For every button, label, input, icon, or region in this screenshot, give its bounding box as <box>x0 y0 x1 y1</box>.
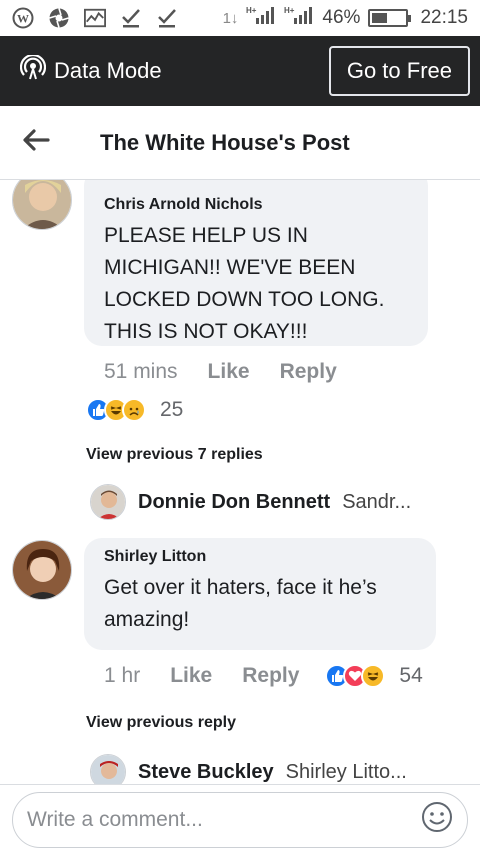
view-previous-replies-link[interactable]: View previous 7 replies <box>86 446 263 464</box>
avatar[interactable] <box>12 540 72 600</box>
comment-author[interactable]: Chris Arnold Nichols <box>104 196 410 214</box>
signal-icon: H+ <box>246 6 276 30</box>
data-mode-indicator[interactable]: Data Mode <box>19 53 162 87</box>
reply-button[interactable]: Reply <box>280 360 337 384</box>
data-mode-label: Data Mode <box>54 58 162 83</box>
like-button[interactable]: Like <box>208 360 250 384</box>
data-arrows-label: 1↓ <box>222 9 239 27</box>
comment-time[interactable]: 51 mins <box>104 360 178 384</box>
reply-preview[interactable]: Steve Buckley Shirley Litto... <box>90 754 460 784</box>
emoji-icon[interactable] <box>421 801 453 838</box>
activity-icon <box>84 7 106 29</box>
reply-preview-text: Sandr... <box>342 490 412 513</box>
view-previous-replies-link[interactable]: View previous reply <box>86 714 236 732</box>
reaction-summary[interactable]: 54 <box>325 664 423 688</box>
comment-author[interactable]: Shirley Litton <box>104 548 418 566</box>
post-header: The White House's Post <box>0 106 480 180</box>
svg-text:H+: H+ <box>284 6 295 15</box>
comment-input[interactable] <box>27 807 421 832</box>
check-icon <box>156 7 178 29</box>
comment-bubble[interactable]: Shirley Litton Get over it haters, face … <box>84 538 436 650</box>
reply-author[interactable]: Donnie Don Bennett <box>138 491 330 514</box>
wordpress-icon: W <box>12 7 34 29</box>
status-bar: W 1↓ H+ H+ 46% 22:15 <box>0 0 480 36</box>
reply-button[interactable]: Reply <box>242 664 299 688</box>
svg-text:H+: H+ <box>246 6 257 15</box>
reply-author[interactable]: Steve Buckley <box>138 761 274 784</box>
sad-reaction-icon <box>122 398 146 422</box>
comment-actions: 1 hr Like Reply 54 <box>104 664 444 688</box>
comment-text: Get over it haters, face it he’s amazing… <box>104 576 377 631</box>
avatar <box>90 484 126 520</box>
broadcast-icon <box>19 53 47 87</box>
comment-time[interactable]: 1 hr <box>104 664 140 688</box>
reaction-count: 54 <box>399 664 423 687</box>
reply-preview[interactable]: Donnie Don Bennett Sandr... <box>90 484 460 520</box>
signal-icon: H+ <box>284 6 314 30</box>
comments-feed[interactable]: Chris Arnold Nichols PLEASE HELP US IN M… <box>0 180 480 784</box>
comment-actions: 51 mins Like Reply <box>104 360 337 384</box>
go-to-free-button[interactable]: Go to Free <box>328 46 470 96</box>
back-button[interactable] <box>0 129 72 156</box>
reaction-count: 25 <box>160 398 184 421</box>
battery-icon <box>368 9 412 27</box>
page-title: The White House's Post <box>100 129 350 155</box>
aperture-icon <box>48 7 70 29</box>
reaction-summary[interactable]: 25 <box>86 398 183 422</box>
data-mode-bar: Data Mode Go to Free <box>0 36 480 106</box>
arrow-left-icon <box>22 129 50 156</box>
avatar[interactable] <box>12 180 72 230</box>
comment-bubble[interactable]: Chris Arnold Nichols PLEASE HELP US IN M… <box>84 180 428 346</box>
comment-text: PLEASE HELP US IN MICHIGAN!! WE'VE BEEN … <box>104 224 385 343</box>
haha-reaction-icon <box>361 664 386 688</box>
reply-preview-text: Shirley Litto... <box>285 760 407 783</box>
svg-text:W: W <box>17 12 29 26</box>
clock: 22:15 <box>420 7 468 28</box>
battery-percent: 46% <box>322 7 361 28</box>
avatar <box>90 754 126 784</box>
comment-composer <box>0 784 480 854</box>
like-button[interactable]: Like <box>170 664 212 688</box>
check-icon <box>120 7 142 29</box>
comment-input-box[interactable] <box>12 791 468 848</box>
